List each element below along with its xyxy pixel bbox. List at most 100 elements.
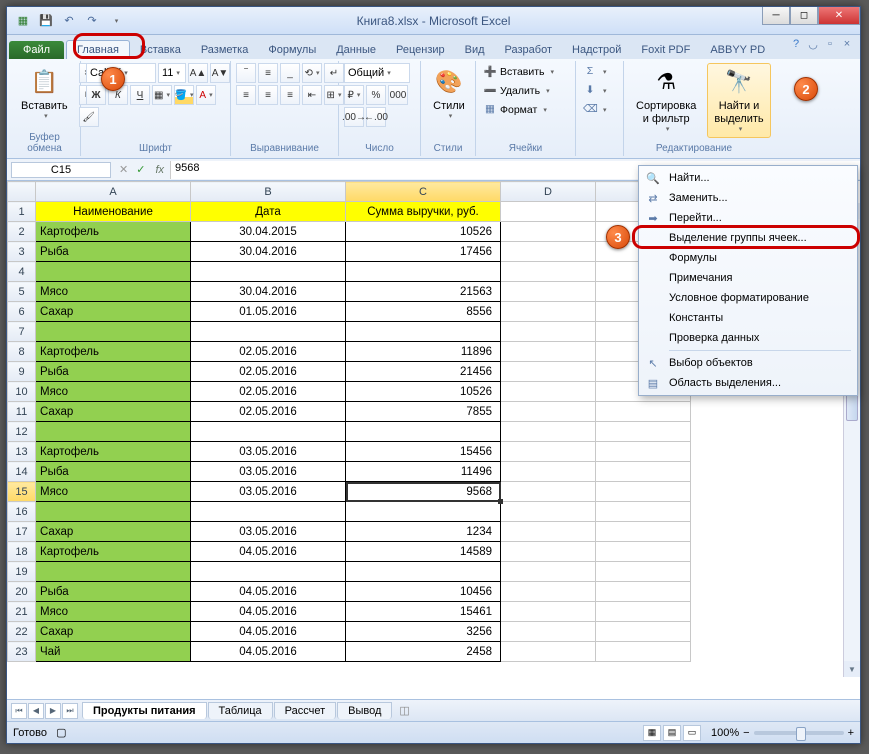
header-cell[interactable]: Сумма выручки, руб.: [346, 202, 501, 222]
row-header[interactable]: 10: [8, 382, 36, 402]
menu-formulas[interactable]: Формулы: [641, 248, 855, 268]
cell[interactable]: [501, 602, 596, 622]
sheet-tab[interactable]: Рассчет: [274, 702, 337, 719]
cell[interactable]: [596, 562, 691, 582]
row-header[interactable]: 20: [8, 582, 36, 602]
cell[interactable]: [596, 442, 691, 462]
row-header[interactable]: 8: [8, 342, 36, 362]
cell[interactable]: 10526: [346, 222, 501, 242]
undo-button[interactable]: ↶: [59, 11, 79, 31]
save-button[interactable]: 💾: [36, 11, 56, 31]
cell[interactable]: 02.05.2016: [191, 382, 346, 402]
row-header[interactable]: 22: [8, 622, 36, 642]
tab-abbyy[interactable]: ABBYY PD: [700, 41, 775, 59]
row-header[interactable]: 7: [8, 322, 36, 342]
menu-comments[interactable]: Примечания: [641, 268, 855, 288]
view-page-break[interactable]: ▭: [683, 725, 701, 741]
cell[interactable]: [501, 422, 596, 442]
row-header[interactable]: 14: [8, 462, 36, 482]
row-header[interactable]: 16: [8, 502, 36, 522]
cell[interactable]: [501, 402, 596, 422]
zoom-out[interactable]: −: [743, 727, 749, 739]
cell[interactable]: 11496: [346, 462, 501, 482]
qat-customize[interactable]: [105, 11, 125, 31]
cell[interactable]: Картофель: [36, 222, 191, 242]
cell[interactable]: [596, 422, 691, 442]
tab-data[interactable]: Данные: [326, 41, 386, 59]
row-header[interactable]: 5: [8, 282, 36, 302]
align-bottom[interactable]: _: [280, 63, 300, 83]
row-header[interactable]: 18: [8, 542, 36, 562]
font-color-button[interactable]: A: [196, 85, 216, 105]
sheet-tab[interactable]: Вывод: [337, 702, 392, 719]
tab-layout[interactable]: Разметка: [191, 41, 259, 59]
row-header[interactable]: 6: [8, 302, 36, 322]
delete-cells-button[interactable]: ➖Удалить: [481, 82, 556, 100]
cell[interactable]: 15456: [346, 442, 501, 462]
sheet-tab[interactable]: Продукты питания: [82, 702, 207, 719]
cell[interactable]: 10456: [346, 582, 501, 602]
cell[interactable]: 2458: [346, 642, 501, 662]
cell[interactable]: [596, 502, 691, 522]
align-top[interactable]: ‾: [236, 63, 256, 83]
cell[interactable]: [501, 222, 596, 242]
tab-developer[interactable]: Разработ: [495, 41, 562, 59]
tab-review[interactable]: Рецензир: [386, 41, 455, 59]
cell[interactable]: 14589: [346, 542, 501, 562]
cell[interactable]: 3256: [346, 622, 501, 642]
menu-goto[interactable]: ➡Перейти...: [641, 208, 855, 228]
cell[interactable]: [191, 562, 346, 582]
insert-cells-button[interactable]: ➕Вставить: [481, 63, 556, 81]
cell[interactable]: [501, 462, 596, 482]
cell[interactable]: [501, 342, 596, 362]
paste-button[interactable]: 📋 Вставить: [14, 63, 75, 125]
cell[interactable]: 21563: [346, 282, 501, 302]
menu-select-objects[interactable]: ↖Выбор объектов: [641, 353, 855, 373]
cell[interactable]: 04.05.2016: [191, 602, 346, 622]
cell[interactable]: 15461: [346, 602, 501, 622]
row-header[interactable]: 23: [8, 642, 36, 662]
cell[interactable]: 02.05.2016: [191, 342, 346, 362]
cell[interactable]: Картофель: [36, 542, 191, 562]
col-header-d[interactable]: D: [501, 182, 596, 202]
cell[interactable]: [501, 522, 596, 542]
cell[interactable]: [501, 442, 596, 462]
cell[interactable]: Рыба: [36, 242, 191, 262]
cell[interactable]: [501, 482, 596, 502]
cell[interactable]: [596, 582, 691, 602]
tab-view[interactable]: Вид: [455, 41, 495, 59]
cell[interactable]: 17456: [346, 242, 501, 262]
underline-button[interactable]: Ч: [130, 85, 150, 105]
menu-replace[interactable]: ⇄Заменить...: [641, 188, 855, 208]
sheet-tab[interactable]: Таблица: [208, 702, 273, 719]
cell[interactable]: 04.05.2016: [191, 642, 346, 662]
percent-button[interactable]: %: [366, 85, 386, 105]
new-sheet-icon[interactable]: ◫: [393, 704, 415, 717]
cell[interactable]: [501, 302, 596, 322]
align-right[interactable]: ≡: [280, 85, 300, 105]
cell[interactable]: [501, 502, 596, 522]
find-select-button[interactable]: 🔭 Найти и выделить: [707, 63, 770, 138]
cell[interactable]: 1234: [346, 522, 501, 542]
menu-cond-formatting[interactable]: Условное форматирование: [641, 288, 855, 308]
cell[interactable]: 21456: [346, 362, 501, 382]
col-header-b[interactable]: B: [191, 182, 346, 202]
menu-data-validation[interactable]: Проверка данных: [641, 328, 855, 348]
menu-find[interactable]: 🔍Найти...: [641, 168, 855, 188]
enter-icon[interactable]: ✓: [132, 163, 149, 176]
cell[interactable]: 04.05.2016: [191, 542, 346, 562]
cell[interactable]: [191, 262, 346, 282]
cell[interactable]: [501, 322, 596, 342]
cell[interactable]: [596, 622, 691, 642]
scroll-down-icon[interactable]: ▼: [844, 661, 860, 677]
cell[interactable]: [36, 322, 191, 342]
row-header[interactable]: 12: [8, 422, 36, 442]
cell[interactable]: [501, 262, 596, 282]
grow-font[interactable]: A▲: [188, 63, 208, 83]
row-header[interactable]: 15: [8, 482, 36, 502]
cell[interactable]: [346, 422, 501, 442]
header-cell[interactable]: Дата: [191, 202, 346, 222]
cell[interactable]: [346, 262, 501, 282]
macro-record-icon[interactable]: ▢: [56, 727, 66, 739]
fill-color-button[interactable]: 🪣: [174, 85, 194, 105]
